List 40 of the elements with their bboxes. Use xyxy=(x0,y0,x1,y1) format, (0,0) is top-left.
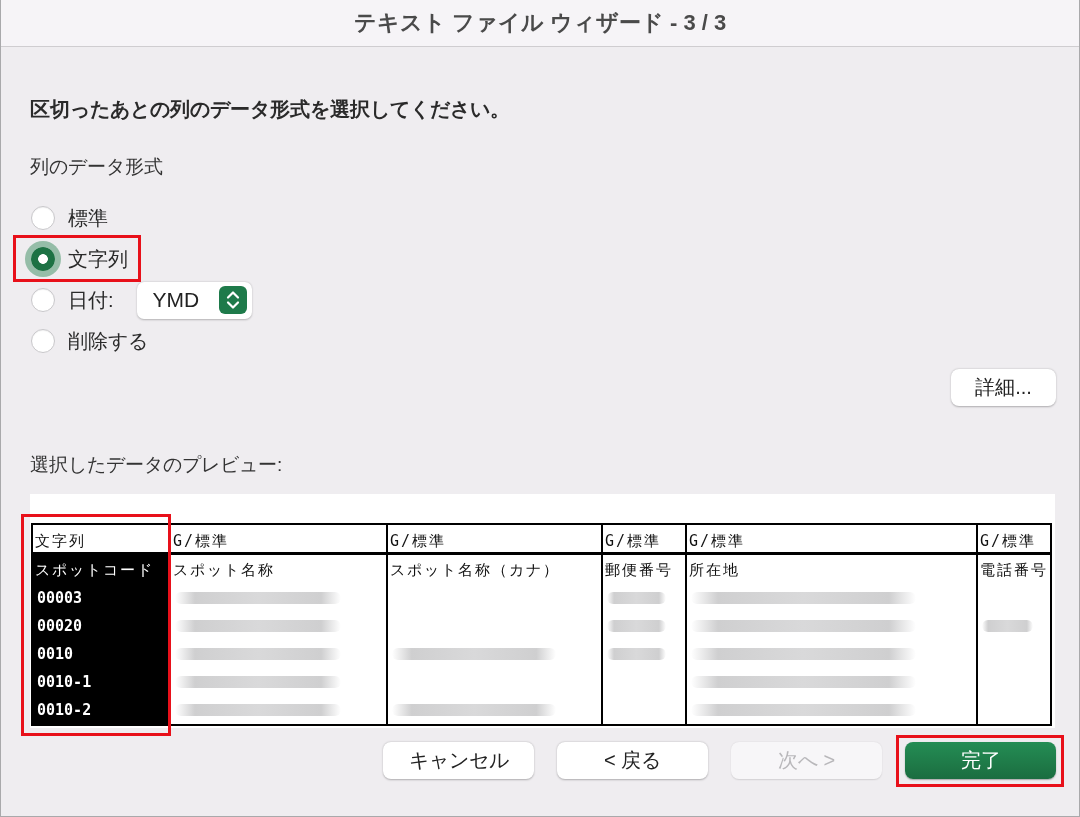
section-label: 選択したデータのプレビュー: xyxy=(30,453,283,477)
radio-button[interactable] xyxy=(31,329,55,353)
table-cell: 00020 xyxy=(37,616,83,636)
radio-button[interactable] xyxy=(25,241,61,277)
blurred-text xyxy=(982,620,1034,632)
format-cell: G/標準 xyxy=(173,531,230,551)
format-cell: G/標準 xyxy=(689,531,746,551)
radio-button[interactable] xyxy=(31,288,55,312)
column-header: スポット名称 xyxy=(173,559,275,580)
table-cell: 0010-1 xyxy=(37,672,92,692)
table-column[interactable]: スポットコード 00003 00020 0010 0010-1 0010-2 xyxy=(33,555,169,724)
blurred-text xyxy=(607,592,667,604)
blurred-text xyxy=(607,648,667,660)
radio-label[interactable]: 文字列 xyxy=(68,246,128,272)
radio-label[interactable]: 削除する xyxy=(68,328,148,354)
column-header: スポット名称（カナ） xyxy=(390,559,560,580)
radio-label[interactable]: 日付: xyxy=(68,287,114,313)
column-header: 郵便番号 xyxy=(605,559,673,580)
table-cell: 0010 xyxy=(37,644,74,664)
dialog-button[interactable]: < 戻る xyxy=(557,742,708,779)
radio-button[interactable] xyxy=(31,206,55,230)
section-label: 列のデータ形式 xyxy=(30,155,163,179)
details-button[interactable]: 詳細... xyxy=(951,369,1056,406)
window-title: テキスト ファイル ウィザード - 3 / 3 xyxy=(353,9,727,37)
column-header: スポットコード xyxy=(35,559,154,580)
table-cell: 0010-2 xyxy=(37,700,92,720)
column-header: 電話番号 xyxy=(980,559,1048,580)
dialog-button[interactable]: キャンセル xyxy=(383,742,534,779)
format-cell: G/標準 xyxy=(980,531,1037,551)
radio-label[interactable]: 標準 xyxy=(68,205,108,231)
dialog-button[interactable]: 完了 xyxy=(905,742,1056,779)
date-format-select[interactable]: YMD xyxy=(136,281,252,319)
format-cell: G/標準 xyxy=(390,531,447,551)
instruction-text: 区切ったあとの列のデータ形式を選択してください。 xyxy=(30,97,510,121)
format-cell: 文字列 xyxy=(35,531,86,551)
column-header: 所在地 xyxy=(689,559,740,580)
chevron-up-down-icon xyxy=(218,286,247,314)
table-cell: 00003 xyxy=(37,588,83,608)
blurred-text xyxy=(607,620,667,632)
format-cell: G/標準 xyxy=(605,531,662,551)
